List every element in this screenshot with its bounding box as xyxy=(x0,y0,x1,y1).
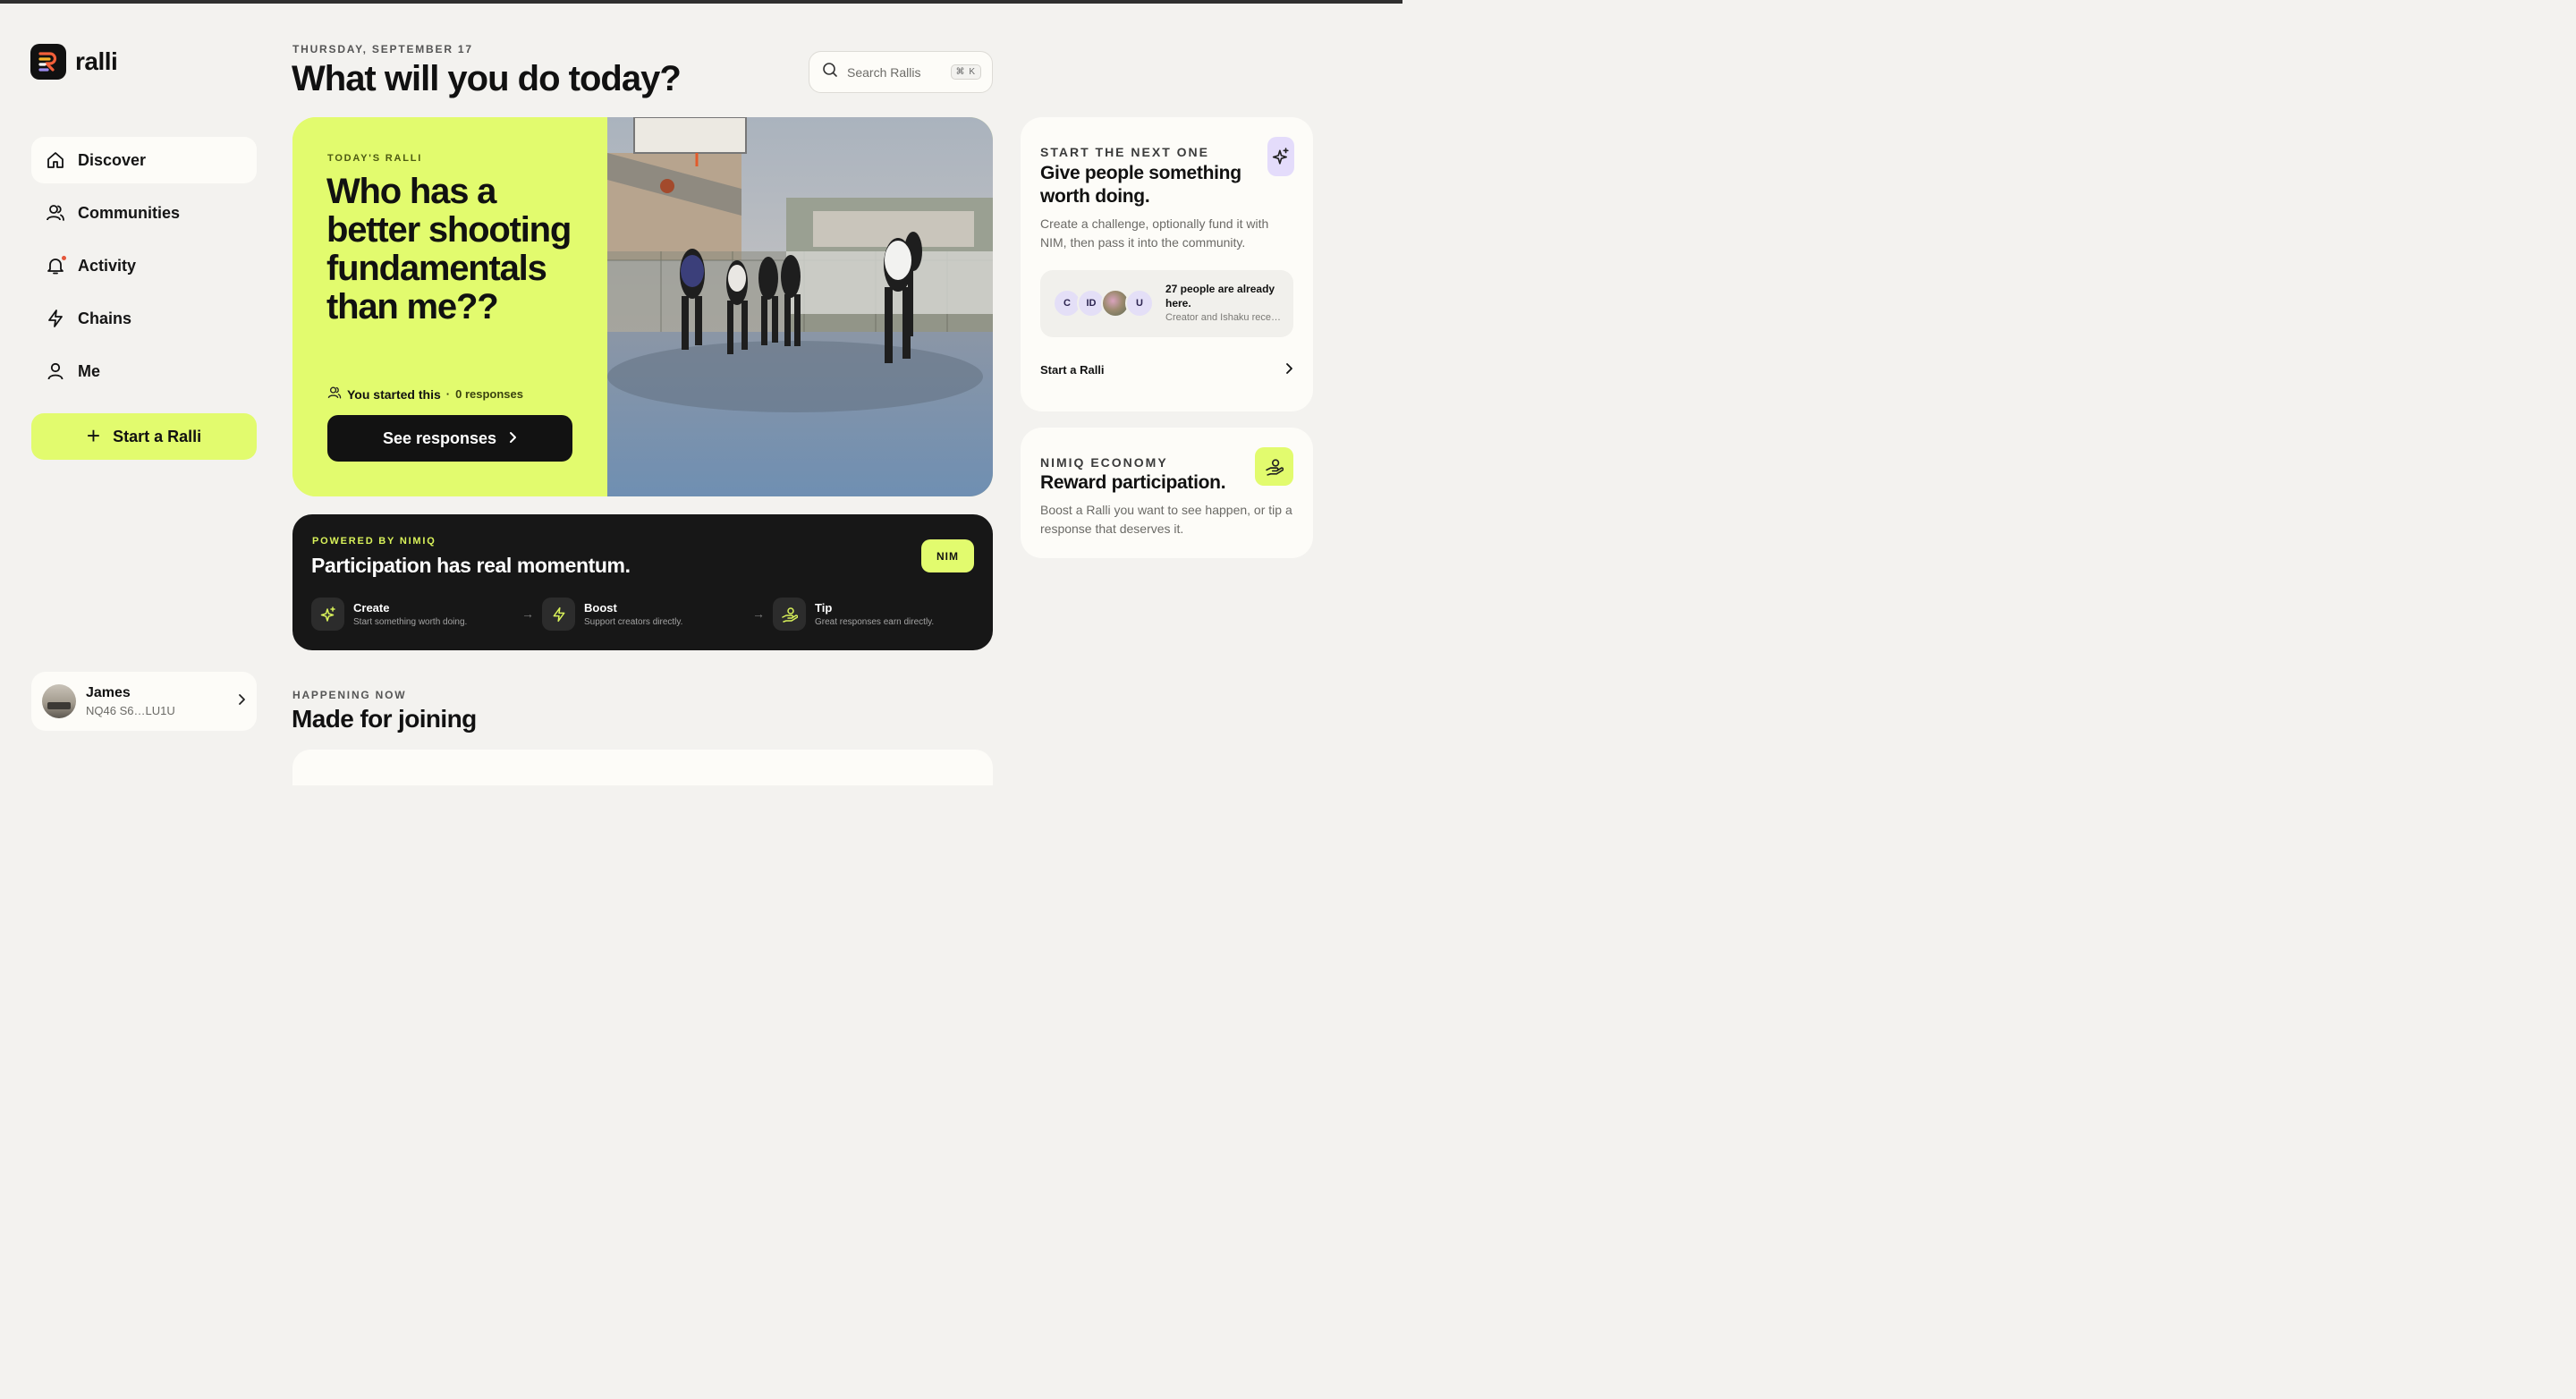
chevron-right-icon xyxy=(237,693,246,710)
sidebar-item-label: Chains xyxy=(78,309,132,327)
arrow-right-icon: → xyxy=(521,606,534,621)
nimiq-kicker: POWERED BY NIMIQ xyxy=(312,536,436,547)
keyboard-shortcut-badge: ⌘ K xyxy=(950,64,981,80)
chevron-right-icon xyxy=(509,429,517,448)
user-name: James xyxy=(86,685,131,700)
step-boost: Boost Support creators directly. xyxy=(542,598,682,631)
bolt-icon xyxy=(542,598,575,631)
hero-kicker: TODAY'S RALLI xyxy=(327,153,423,164)
top-bar xyxy=(0,0,1402,4)
people-count: 27 people are already here. xyxy=(1165,283,1275,309)
responses-count: 0 responses xyxy=(455,387,523,401)
date-label: THURSDAY, SEPTEMBER 17 xyxy=(292,43,473,55)
sidebar-nav: Discover Communities Activity Chains Me xyxy=(31,137,257,401)
see-responses-button[interactable]: See responses xyxy=(327,415,572,462)
nimiq-powered-card: POWERED BY NIMIQ Participation has real … xyxy=(292,514,993,650)
user-profile-card[interactable]: James NQ46 S6…LU1U xyxy=(31,672,257,731)
todays-ralli-card[interactable]: TODAY'S RALLI Who has a better shooting … xyxy=(292,117,993,496)
sidebar-item-communities[interactable]: Communities xyxy=(31,190,257,236)
avatar xyxy=(42,684,76,718)
section-title: Made for joining xyxy=(292,705,477,733)
sidebar-item-activity[interactable]: Activity xyxy=(31,242,257,289)
wallet-address: NQ46 S6…LU1U xyxy=(86,704,175,717)
started-label: You started this xyxy=(347,386,441,402)
bell-icon xyxy=(46,256,66,276)
avatar-stack: C ID U xyxy=(1053,289,1154,318)
sidebar-item-label: Discover xyxy=(78,150,147,169)
hero-title: Who has a better shooting fundamentals t… xyxy=(326,172,572,326)
card-kicker: NIMIQ ECONOMY xyxy=(1040,455,1168,470)
tip-hand-icon xyxy=(1255,447,1293,486)
search-placeholder: Search Rallis xyxy=(847,64,921,80)
nim-badge[interactable]: NIM xyxy=(921,539,974,572)
step-tip: Tip Great responses earn directly. xyxy=(773,598,934,631)
step-create: Create Start something worth doing. xyxy=(311,598,467,631)
home-icon xyxy=(46,150,65,170)
sidebar-item-label: Communities xyxy=(78,203,181,222)
plus-icon: + xyxy=(86,422,101,449)
users-icon xyxy=(327,386,342,403)
happening-card[interactable] xyxy=(292,750,993,785)
app-name: ralli xyxy=(75,47,118,75)
start-ralli-link-label: Start a Ralli xyxy=(1040,363,1105,377)
ralli-logo-icon xyxy=(30,44,66,80)
user-icon xyxy=(46,361,65,381)
sidebar-item-me[interactable]: Me xyxy=(31,348,257,394)
tip-hand-icon xyxy=(773,598,806,631)
sidebar-item-label: Me xyxy=(78,361,101,380)
see-responses-label: See responses xyxy=(382,428,497,447)
sparkle-icon xyxy=(1267,137,1294,176)
card-desc: Create a challenge, optionally fund it w… xyxy=(1040,216,1269,250)
step-title: Tip xyxy=(815,601,833,615)
participants-box[interactable]: C ID U 27 people are already here. Creat… xyxy=(1040,270,1293,337)
sparkle-icon xyxy=(311,598,344,631)
card-title: Give people something worth doing. xyxy=(1040,163,1241,207)
search-input[interactable]: Search Rallis ⌘ K xyxy=(809,51,993,93)
sidebar-item-label: Activity xyxy=(78,256,137,275)
nimiq-title: Participation has real momentum. xyxy=(311,554,631,577)
start-ralli-label: Start a Ralli xyxy=(113,427,202,445)
bolt-icon xyxy=(46,309,65,328)
avatar: U xyxy=(1125,289,1154,318)
basketball-court-photo xyxy=(607,117,993,496)
start-ralli-link[interactable]: Start a Ralli xyxy=(1040,362,1293,377)
card-kicker: START THE NEXT ONE xyxy=(1040,145,1209,159)
chevron-right-icon xyxy=(1285,362,1293,377)
sidebar-item-chains[interactable]: Chains xyxy=(31,295,257,342)
notification-dot xyxy=(62,256,66,260)
page-title: What will you do today? xyxy=(292,59,682,98)
step-title: Create xyxy=(353,601,390,615)
happening-now-kicker: HAPPENING NOW xyxy=(292,689,407,701)
hero-meta: You started this · 0 responses xyxy=(327,386,523,403)
step-desc: Great responses earn directly. xyxy=(815,617,935,627)
card-desc: Boost a Ralli you want to see happen, or… xyxy=(1040,503,1292,536)
app-logo[interactable]: ralli xyxy=(30,44,118,80)
start-next-card: START THE NEXT ONE Give people something… xyxy=(1021,117,1313,411)
step-desc: Support creators directly. xyxy=(584,617,683,627)
step-title: Boost xyxy=(584,601,617,615)
start-ralli-button[interactable]: + Start a Ralli xyxy=(31,413,257,460)
meta-separator: · xyxy=(445,387,451,401)
search-icon xyxy=(822,62,838,82)
arrow-right-icon: → xyxy=(752,606,765,621)
nimiq-economy-card: NIMIQ ECONOMY Reward participation. Boos… xyxy=(1021,428,1313,558)
step-desc: Start something worth doing. xyxy=(353,617,468,627)
card-title: Reward participation. xyxy=(1040,472,1226,493)
people-subtitle: Creator and Ishaku rece… xyxy=(1165,312,1282,323)
users-icon xyxy=(46,203,65,223)
sidebar-item-discover[interactable]: Discover xyxy=(31,137,257,183)
